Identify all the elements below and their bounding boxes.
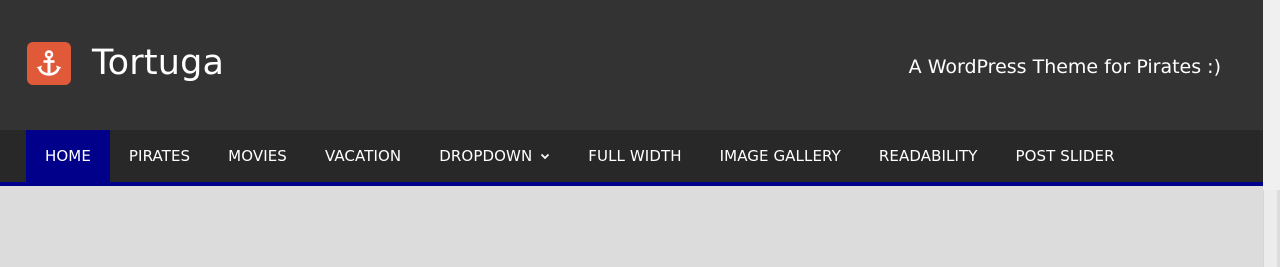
nav-accent-bar: [0, 182, 1263, 186]
page: Tortuga A WordPress Theme for Pirates :)…: [0, 0, 1280, 267]
nav-item-dropdown[interactable]: DROPDOWN: [420, 130, 569, 182]
nav-item-readability[interactable]: READABILITY: [860, 130, 997, 182]
main-navigation: HOME PIRATES MOVIES VACATION DROPDOWN FU…: [0, 130, 1263, 182]
nav-item-post-slider[interactable]: POST SLIDER: [997, 130, 1134, 182]
anchor-icon: [27, 42, 71, 85]
site-title[interactable]: Tortuga: [92, 42, 224, 85]
nav-item-label: PIRATES: [128, 147, 191, 165]
nav-item-label: READABILITY: [878, 147, 978, 165]
nav-item-label: HOME: [45, 147, 91, 165]
nav-item-vacation[interactable]: VACATION: [306, 130, 420, 182]
nav-item-label: FULL WIDTH: [588, 147, 682, 165]
site-tagline: A WordPress Theme for Pirates :): [908, 56, 1221, 78]
nav-item-home[interactable]: HOME: [26, 130, 110, 182]
nav-item-label: VACATION: [324, 147, 402, 165]
nav-item-full-width[interactable]: FULL WIDTH: [569, 130, 700, 182]
nav-item-pirates[interactable]: PIRATES: [110, 130, 209, 182]
nav-item-movies[interactable]: MOVIES: [209, 130, 306, 182]
nav-menu: HOME PIRATES MOVIES VACATION DROPDOWN FU…: [26, 130, 1134, 182]
site-header: Tortuga A WordPress Theme for Pirates :): [0, 0, 1263, 130]
chevron-down-icon: [541, 153, 550, 160]
nav-item-label: MOVIES: [228, 147, 287, 165]
site-branding-link[interactable]: Tortuga: [27, 42, 224, 85]
scrollbar-thumb[interactable]: [1263, 190, 1277, 267]
nav-item-label: IMAGE GALLERY: [719, 147, 841, 165]
scrollbar-track[interactable]: [1263, 0, 1280, 190]
nav-item-label: POST SLIDER: [1015, 147, 1115, 165]
nav-item-image-gallery[interactable]: IMAGE GALLERY: [701, 130, 860, 182]
nav-item-label: DROPDOWN: [439, 147, 533, 165]
